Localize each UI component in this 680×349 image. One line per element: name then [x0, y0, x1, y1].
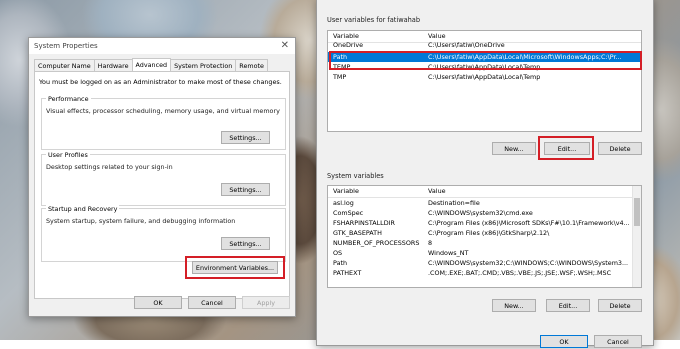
environment-variables-window: User variables for fatiwahab Variable Va… [316, 0, 654, 348]
performance-group: Performance Visual effects, processor sc… [41, 95, 286, 150]
performance-settings-button[interactable]: Settings... [221, 131, 270, 144]
user-variables-label: User variables for fatiwahab [327, 16, 421, 24]
group-title: User Profiles [46, 151, 90, 159]
system-properties-window: System Properties ✕ Computer Name Hardwa… [28, 37, 296, 317]
highlight-box [185, 256, 285, 279]
close-icon[interactable]: ✕ [281, 40, 289, 51]
variable-value: C:\WINDOWS\system32;C:\WINDOWS;C:\WINDOW… [428, 259, 629, 267]
group-title: Startup and Recovery [46, 205, 120, 213]
admin-note: You must be logged on as an Administrato… [39, 78, 282, 86]
tab-strip: Computer Name Hardware Advanced System P… [34, 58, 268, 72]
variable-name: ComSpec [333, 209, 364, 217]
user-variables-list[interactable]: Variable Value OneDrive C:\Users\fatiw\O… [327, 30, 642, 132]
user-profiles-settings-button[interactable]: Settings... [221, 183, 270, 196]
variable-value: C:\Program Files (x86)\GtkSharp\2.12\ [428, 229, 550, 237]
system-new-button[interactable]: New... [492, 299, 536, 312]
system-delete-button[interactable]: Delete [598, 299, 642, 312]
user-delete-button[interactable]: Delete [598, 142, 642, 155]
system-edit-button[interactable]: Edit... [546, 299, 590, 312]
system-variables-list[interactable]: Variable Value asl.log Destination=file … [327, 185, 642, 288]
startup-settings-button[interactable]: Settings... [221, 237, 270, 250]
variable-name: GTK_BASEPATH [333, 229, 382, 237]
ok-button[interactable]: OK [540, 335, 588, 348]
variable-name: FSHARPINSTALLDIR [333, 219, 395, 227]
scrollbar-thumb[interactable] [634, 198, 640, 226]
apply-button[interactable]: Apply [242, 296, 290, 309]
group-description: Desktop settings related to your sign-in [46, 163, 173, 171]
variable-name: OS [333, 249, 343, 257]
variable-name: TMP [333, 73, 347, 81]
column-header-variable[interactable]: Variable [333, 32, 359, 40]
variable-value: C:\Users\fatiw\OneDrive [428, 41, 505, 49]
variable-name: asl.log [333, 199, 354, 207]
variable-value: C:\WINDOWS\system32\cmd.exe [428, 209, 533, 217]
variable-value: Windows_NT [428, 249, 469, 257]
tab-system-protection[interactable]: System Protection [170, 59, 237, 71]
variable-name: NUMBER_OF_PROCESSORS [333, 239, 420, 247]
tab-remote[interactable]: Remote [235, 59, 268, 71]
variable-value: 8 [428, 239, 433, 247]
variable-value: C:\Users\fatiw\AppData\Local\Temp [428, 73, 541, 81]
variable-value: C:\Program Files (x86)\Microsoft SDKs\F#… [428, 219, 630, 227]
group-title: Performance [46, 95, 91, 103]
list-item[interactable]: FSHARPINSTALLDIR C:\Program Files (x86)\… [328, 218, 641, 228]
variable-name: OneDrive [333, 41, 364, 49]
list-item[interactable]: NUMBER_OF_PROCESSORS 8 [328, 238, 641, 248]
highlight-box [329, 51, 642, 70]
list-item[interactable]: asl.log Destination=file [328, 198, 641, 208]
vertical-scrollbar[interactable] [632, 186, 641, 287]
group-description: System startup, system failure, and debu… [46, 217, 236, 225]
ok-button[interactable]: OK [134, 296, 182, 309]
tab-computer-name[interactable]: Computer Name [34, 59, 95, 71]
tab-hardware[interactable]: Hardware [93, 59, 133, 71]
variable-value: Destination=file [428, 199, 480, 207]
variable-name: PATHEXT [333, 269, 362, 277]
list-header: Variable Value [328, 186, 641, 198]
list-item[interactable]: TMP C:\Users\fatiw\AppData\Local\Temp [328, 72, 641, 82]
variable-name: Path [333, 259, 348, 267]
highlight-box [538, 136, 594, 160]
list-item[interactable]: Path C:\WINDOWS\system32;C:\WINDOWS;C:\W… [328, 258, 641, 268]
cancel-button[interactable]: Cancel [188, 296, 236, 309]
list-item[interactable]: ComSpec C:\WINDOWS\system32\cmd.exe [328, 208, 641, 218]
list-item[interactable]: GTK_BASEPATH C:\Program Files (x86)\GtkS… [328, 228, 641, 238]
variable-value: .COM;.EXE;.BAT;.CMD;.VBS;.VBE;.JS;.JSE;.… [428, 269, 612, 277]
system-variables-label: System variables [327, 172, 384, 180]
user-new-button[interactable]: New... [492, 142, 536, 155]
column-header-variable[interactable]: Variable [333, 187, 359, 195]
title-bar: System Properties ✕ [29, 38, 295, 54]
list-item[interactable]: PATHEXT .COM;.EXE;.BAT;.CMD;.VBS;.VBE;.J… [328, 268, 641, 278]
startup-recovery-group: Startup and Recovery System startup, sys… [41, 205, 286, 262]
group-description: Visual effects, processor scheduling, me… [46, 107, 280, 115]
user-profiles-group: User Profiles Desktop settings related t… [41, 151, 286, 206]
list-item[interactable]: OS Windows_NT [328, 248, 641, 258]
cancel-button[interactable]: Cancel [594, 335, 642, 348]
column-header-value[interactable]: Value [428, 32, 446, 40]
window-title: System Properties [34, 42, 98, 50]
column-header-value[interactable]: Value [428, 187, 446, 195]
tab-advanced[interactable]: Advanced [131, 58, 172, 72]
